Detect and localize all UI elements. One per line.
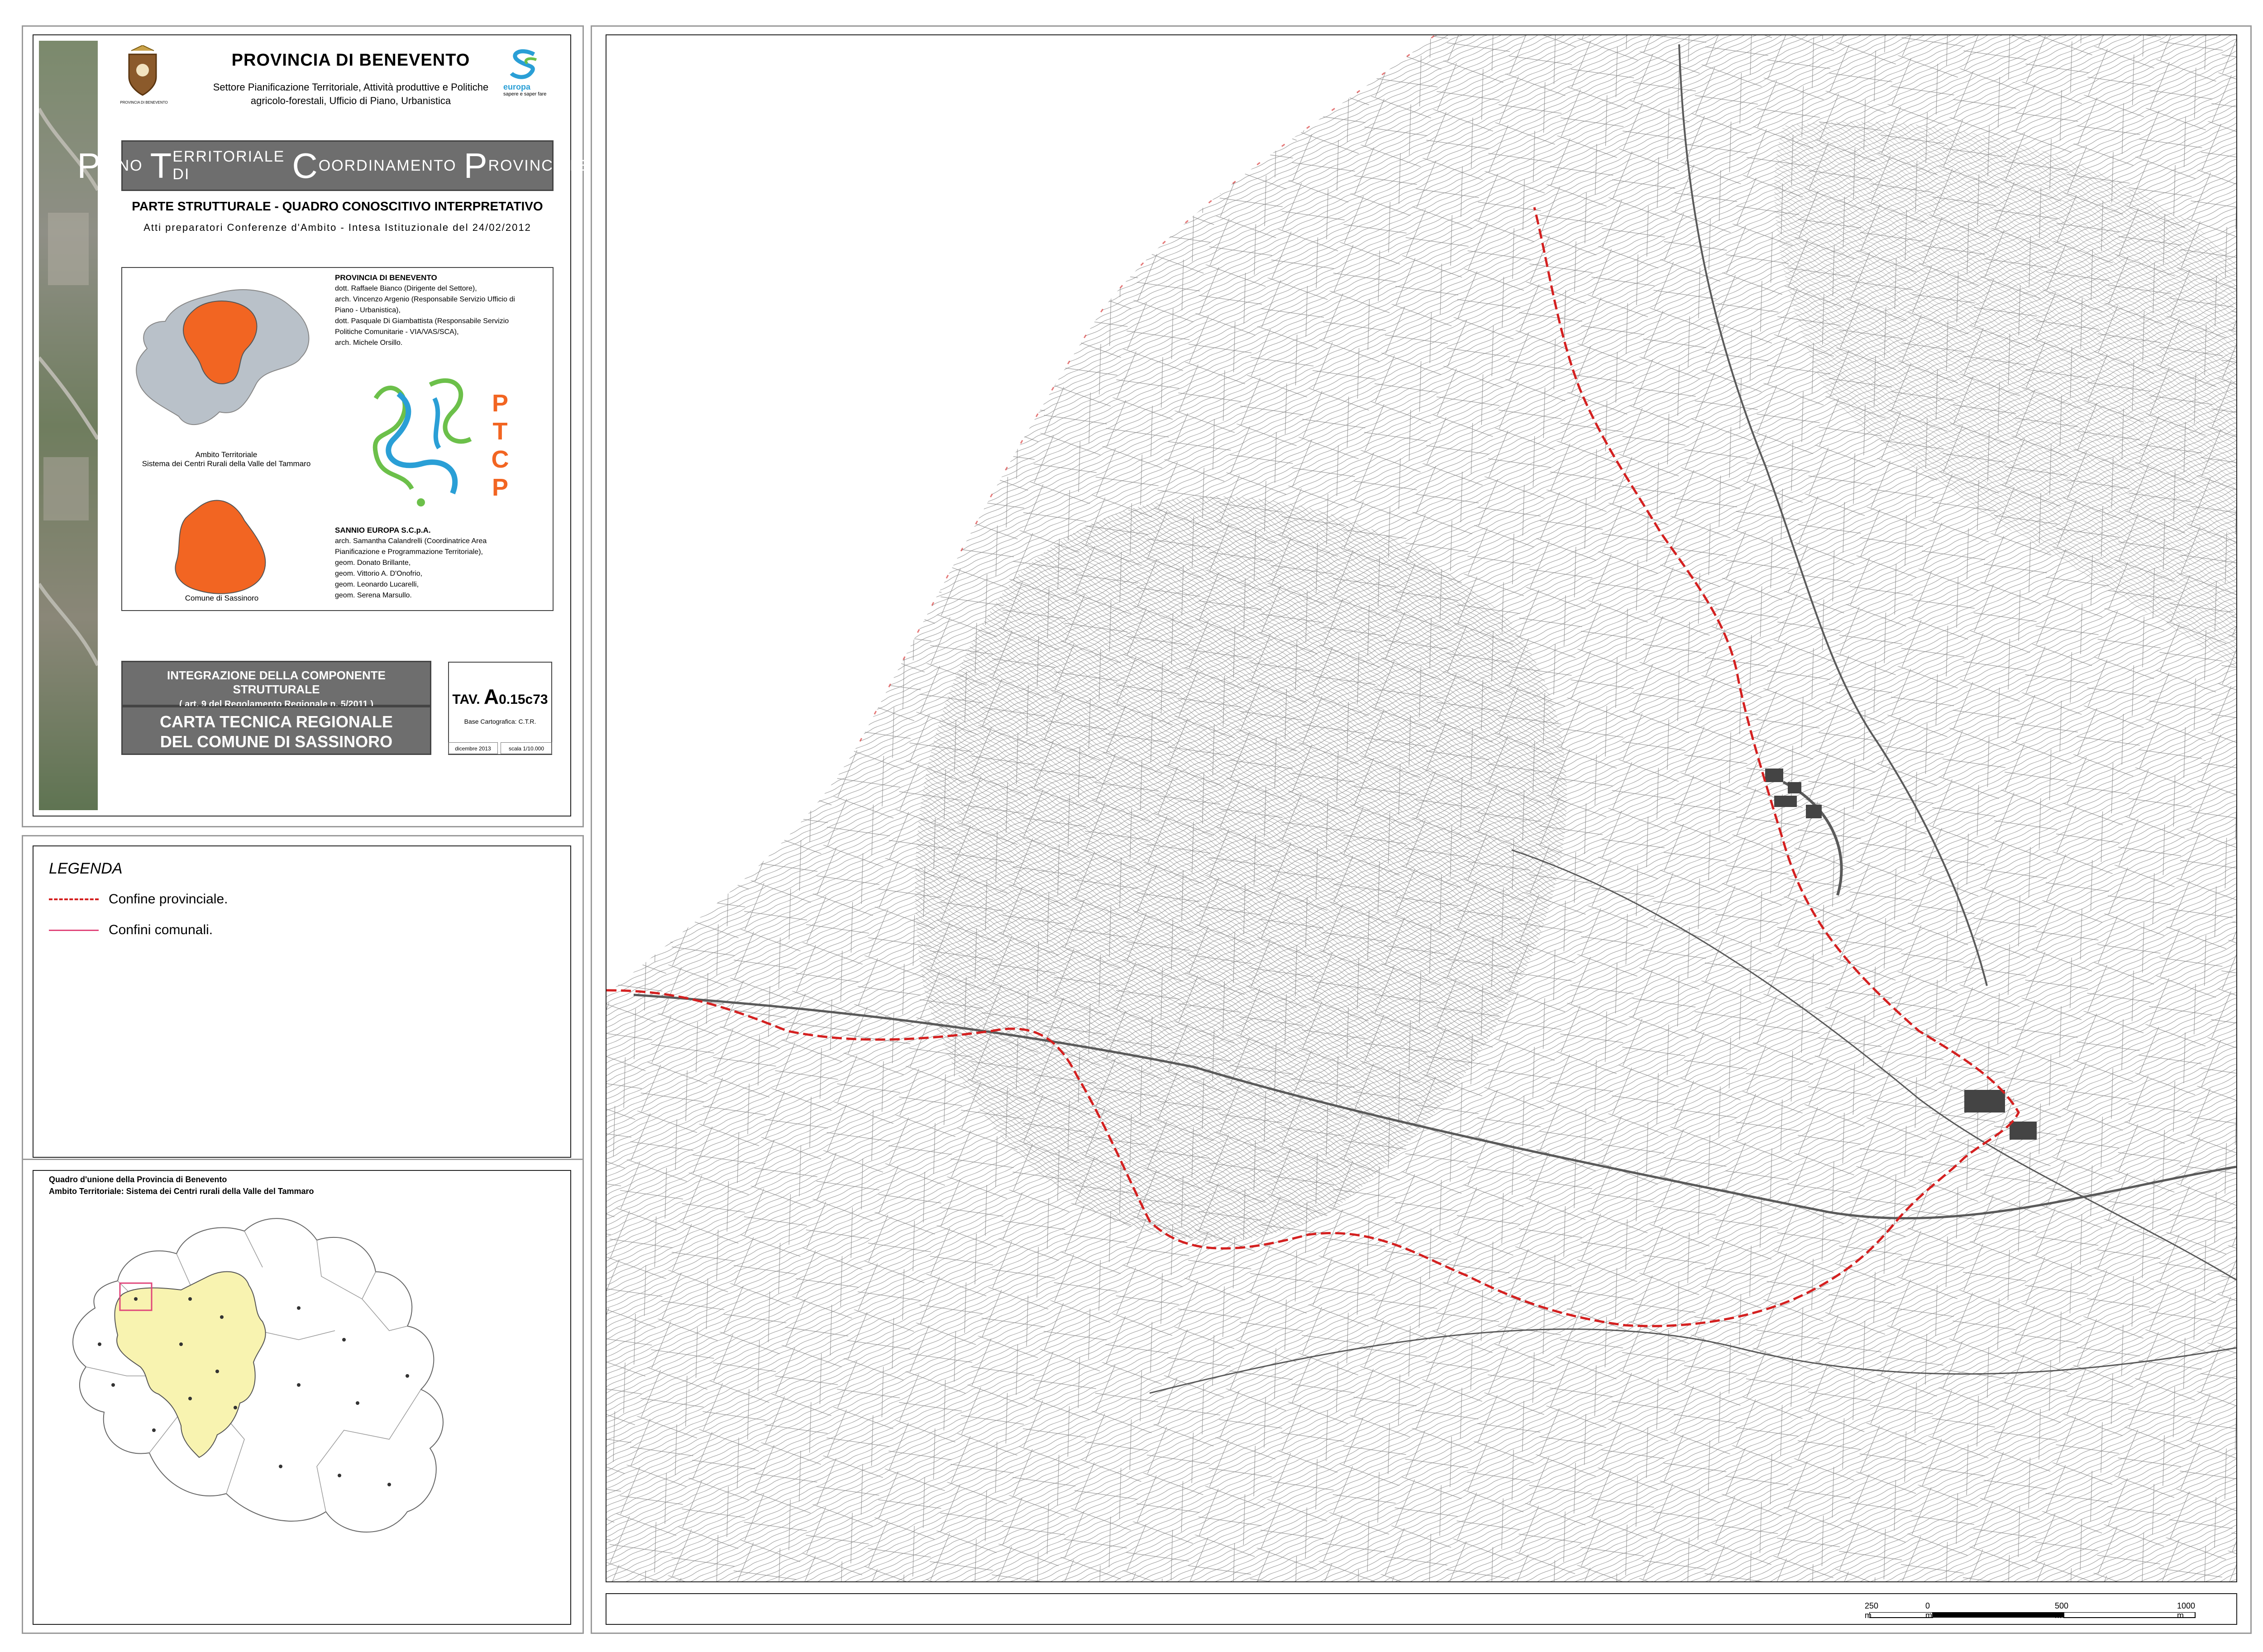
- tav-prefix: TAV.: [452, 692, 480, 707]
- credit-line: arch. Vincenzo Argenio (Responsabile Ser…: [335, 296, 515, 303]
- province-title: PROVINCIA DI BENEVENTO: [231, 51, 470, 70]
- credit-line: dott. Pasquale Di Giambattista (Responsa…: [335, 317, 509, 325]
- credit-line: arch. Michele Orsillo.: [335, 339, 403, 347]
- sannio-credits-heading: SANNIO EUROPA S.C.p.A.: [335, 526, 431, 535]
- sector-description: Settore Pianificazione Territoriale, Att…: [163, 81, 539, 108]
- ambito-caption-line-2: Sistema dei Centri Rurali della Valle de…: [142, 459, 311, 468]
- provincial-boundary-swatch: [49, 898, 99, 900]
- credit-line: geom. Vittorio A. D'Onofrio,: [335, 570, 423, 578]
- tav-letter: A: [483, 685, 499, 708]
- ambito-caption-line-1: Ambito Territoriale: [195, 450, 258, 459]
- ptcp-word-2: ERRITORIALE DI: [172, 148, 285, 183]
- footer-date: dicembre 2013: [448, 742, 498, 754]
- integration-box: INTEGRAZIONE DELLA COMPONENTE STRUTTURAL…: [121, 661, 431, 709]
- scale-bar-frame: [606, 1593, 2237, 1625]
- ptcp-word-3: OORDINAMENTO: [318, 157, 457, 174]
- table-code: TAV. A0.15c73: [449, 663, 551, 709]
- plan-acts-subtitle: Atti preparatori Conferenze d'Ambito - I…: [143, 222, 531, 233]
- legend-item-municipal: Confini comunali.: [49, 922, 213, 938]
- scale-bar-graphic: [1869, 1612, 2196, 1618]
- province-coat-of-arms-icon: [128, 45, 157, 96]
- ptcp-word-4: ROVINCIALE: [488, 157, 591, 174]
- table-code-box: TAV. A0.15c73 Base Cartografica: C.T.R.: [448, 662, 552, 755]
- sannio-europa-logo-icon: [510, 49, 537, 79]
- credit-line: Piano - Urbanistica),: [335, 306, 401, 314]
- footer-scale: scala 1/10.000: [501, 742, 552, 754]
- province-credits: PROVINCIA DI BENEVENTO dott. Raffaele Bi…: [335, 272, 548, 349]
- legend-item-label: Confine provinciale.: [109, 892, 228, 907]
- credit-line: Pianificazione e Programmazione Territor…: [335, 548, 483, 556]
- sector-line-1: Settore Pianificazione Territoriale, Att…: [213, 81, 489, 93]
- sector-line-2: agricolo-forestali, Ufficio di Piano, Ur…: [250, 95, 451, 106]
- carta-title-box: CARTA TECNICA REGIONALE DEL COMUNE DI SA…: [121, 706, 431, 755]
- tav-base: Base Cartografica: C.T.R.: [464, 718, 536, 725]
- scale-label: 500 m: [2055, 1601, 2069, 1620]
- legend-item-provincial: Confine provinciale.: [49, 892, 228, 907]
- ptcp-initial-2: T: [150, 145, 173, 186]
- ptcp-initial-4: P: [463, 145, 488, 186]
- ambito-territorial-map: [136, 289, 310, 425]
- scale-label: 250 m: [1865, 1601, 1879, 1620]
- topographic-map: [606, 35, 2236, 1581]
- scale-label: 0 m: [1925, 1601, 1932, 1620]
- key-map-title: Quadro d'unione della Provincia di Benev…: [49, 1175, 227, 1184]
- sannio-credits: SANNIO EUROPA S.C.p.A. arch. Samantha Ca…: [335, 525, 548, 601]
- credit-line: geom. Donato Brillante,: [335, 559, 411, 567]
- comune-caption: Comune di Sassinoro: [185, 594, 259, 602]
- province-key-map: [72, 1218, 444, 1533]
- legend-item-label: Confini comunali.: [109, 922, 213, 937]
- scale-label: 1000 m: [2177, 1601, 2196, 1620]
- ptcp-initial-3: C: [292, 145, 319, 186]
- partner-logo-subtext: sapere e saper fare: [503, 91, 547, 97]
- credit-line: Politiche Comunitarie - VIA/VAS/SCA),: [335, 328, 459, 336]
- credit-line: geom. Leonardo Lucarelli,: [335, 581, 419, 588]
- plan-part-title: PARTE STRUTTURALE - QUADRO CONOSCITIVO I…: [132, 199, 543, 213]
- tav-number: 0.15c73: [499, 692, 548, 707]
- ptcp-letter-c: C: [491, 446, 509, 473]
- legend-title: LEGENDA: [49, 860, 123, 877]
- ptcp-letter-p2: P: [492, 474, 509, 501]
- ptcp-title-bar: P IANO T ERRITORIALE DI C OORDINAMENTO P ROV…: [77, 140, 590, 191]
- carta-line-1: CARTA TECNICA REGIONALE: [160, 712, 393, 731]
- integration-line-1: INTEGRAZIONE DELLA COMPONENTE STRUTTURAL…: [167, 668, 386, 696]
- credit-line: geom. Serena Marsullo.: [335, 592, 412, 599]
- partner-logo-text: europa: [503, 82, 531, 91]
- credit-line: arch. Samantha Calandrelli (Coordinatric…: [335, 537, 487, 545]
- ambito-caption: Ambito Territoriale Sistema dei Centri R…: [122, 450, 330, 468]
- credit-line: dott. Raffaele Bianco (Dirigente del Set…: [335, 285, 477, 292]
- province-credits-heading: PROVINCIA DI BENEVENTO: [335, 273, 437, 282]
- ptcp-word-1: IANO: [101, 157, 143, 174]
- ptcp-initial-1: P: [77, 145, 102, 186]
- ptcp-letter-t: T: [492, 418, 508, 445]
- ptcp-letters: P T C P: [487, 389, 514, 501]
- comune-sassinoro-map: [175, 500, 266, 594]
- ptcp-letter-p1: P: [492, 390, 509, 417]
- municipal-boundary-swatch: [49, 929, 99, 931]
- carta-line-2: DEL COMUNE DI SASSINORO: [160, 732, 393, 751]
